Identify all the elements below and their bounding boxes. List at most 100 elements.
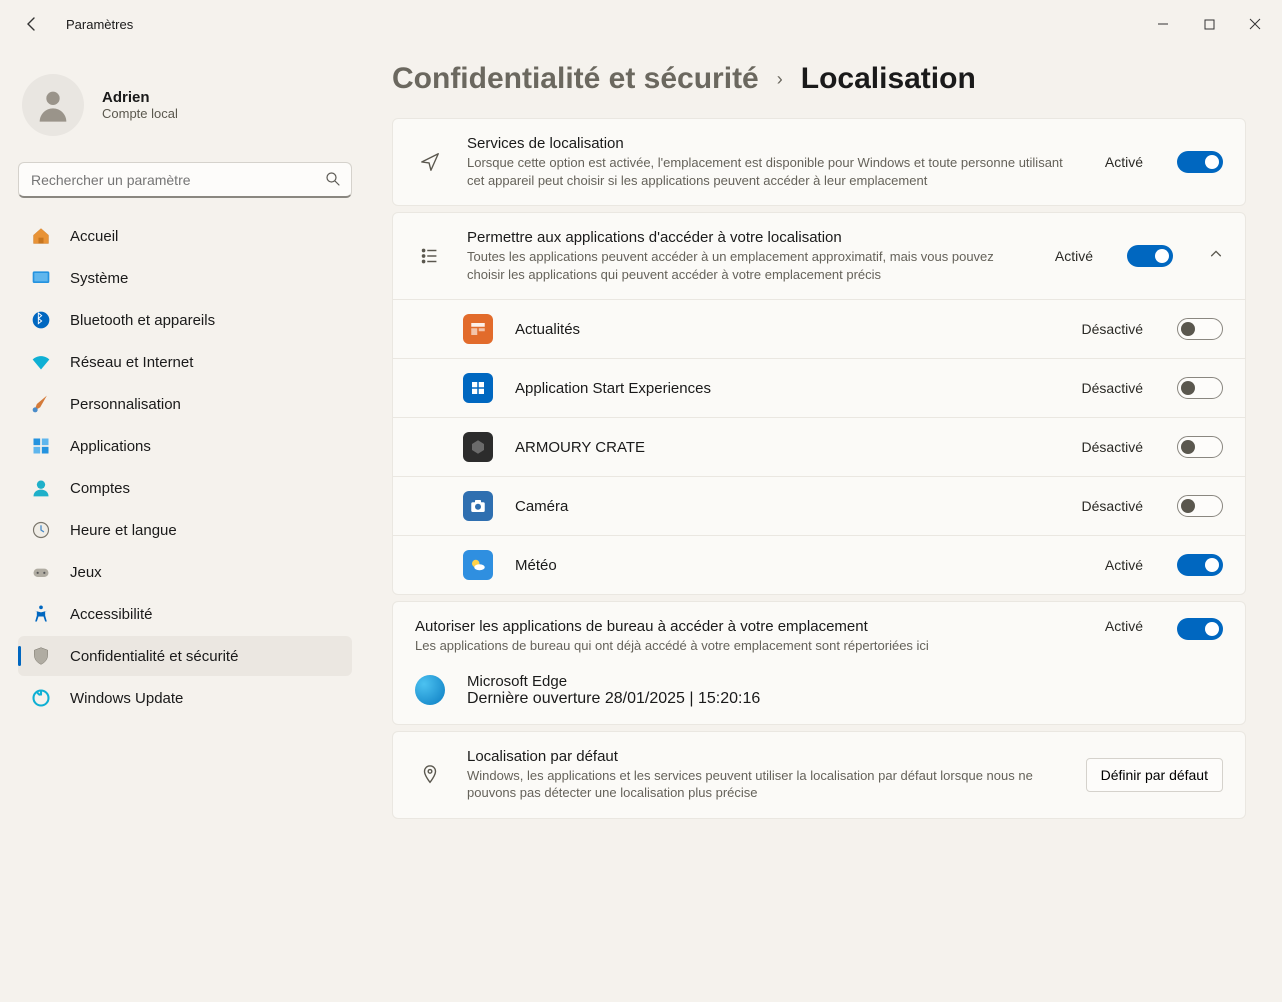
set-default-button[interactable]: Définir par défaut [1086, 758, 1223, 792]
arrow-left-icon [24, 16, 40, 32]
sidebar-item-privacy[interactable]: Confidentialité et sécurité [18, 636, 352, 676]
app-name: Météo [515, 557, 1083, 574]
apps-access-state: Activé [1055, 248, 1093, 264]
sidebar-item-label: Bluetooth et appareils [70, 312, 215, 329]
account-icon [30, 477, 52, 499]
sidebar-item-label: Comptes [70, 480, 130, 497]
sidebar-item-accessibility[interactable]: Accessibilité [18, 594, 352, 634]
location-services-card: Services de localisation Lorsque cette o… [392, 118, 1246, 206]
sidebar-item-label: Windows Update [70, 690, 183, 707]
app-state: Désactivé [1082, 439, 1143, 455]
sidebar-item-time[interactable]: Heure et langue [18, 510, 352, 550]
app-icon [463, 314, 493, 344]
default-location-title: Localisation par défaut [467, 748, 1064, 765]
user-profile[interactable]: Adrien Compte local [22, 74, 352, 136]
location-services-toggle[interactable] [1177, 151, 1223, 173]
minimize-icon [1157, 18, 1169, 30]
apps-access-desc: Toutes les applications peuvent accéder … [467, 248, 1033, 283]
default-location-row: Localisation par défaut Windows, les app… [393, 732, 1245, 818]
app-toggle[interactable] [1177, 377, 1223, 399]
app-state: Désactivé [1082, 321, 1143, 337]
app-state: Désactivé [1082, 380, 1143, 396]
app-row: CaméraDésactivé [393, 476, 1245, 535]
sidebar-item-apps[interactable]: Applications [18, 426, 352, 466]
app-icon [463, 432, 493, 462]
apps-access-toggle[interactable] [1127, 245, 1173, 267]
app-icon [463, 373, 493, 403]
maximize-button[interactable] [1186, 8, 1232, 40]
desktop-apps-card: Autoriser les applications de bureau à a… [392, 601, 1246, 725]
breadcrumb-current: Localisation [801, 62, 976, 96]
app-name: ARMOURY CRATE [515, 439, 1060, 456]
location-services-row[interactable]: Services de localisation Lorsque cette o… [393, 119, 1245, 205]
app-name: Application Start Experiences [515, 380, 1060, 397]
sidebar-item-label: Confidentialité et sécurité [70, 648, 238, 665]
apps-icon [30, 435, 52, 457]
app-row: Actualités Désactivé [393, 299, 1245, 358]
sidebar-item-label: Système [70, 270, 128, 287]
desktop-apps-desc: Les applications de bureau qui ont déjà … [415, 637, 1083, 655]
sidebar-item-games[interactable]: Jeux [18, 552, 352, 592]
desktop-apps-state: Activé [1105, 618, 1143, 634]
sidebar-item-brush[interactable]: Personnalisation [18, 384, 352, 424]
time-icon [30, 519, 52, 541]
search-icon [324, 170, 342, 193]
edge-icon [415, 675, 445, 705]
close-icon [1249, 18, 1261, 30]
sidebar-item-label: Accueil [70, 228, 118, 245]
chevron-right-icon: › [777, 69, 783, 90]
breadcrumb-parent[interactable]: Confidentialité et sécurité [392, 62, 759, 96]
desktop-app-row: Microsoft EdgeDernière ouverture 28/01/2… [415, 673, 1083, 708]
main-content: Confidentialité et sécurité › Localisati… [370, 48, 1282, 1002]
back-button[interactable] [12, 4, 52, 44]
app-toggle[interactable] [1177, 318, 1223, 340]
sidebar-item-bluetooth[interactable]: Bluetooth et appareils [18, 300, 352, 340]
sidebar-item-update[interactable]: Windows Update [18, 678, 352, 718]
update-icon [30, 687, 52, 709]
app-toggle[interactable] [1177, 554, 1223, 576]
home-icon [30, 225, 52, 247]
location-services-title: Services de localisation [467, 135, 1083, 152]
titlebar: Paramètres [0, 0, 1282, 48]
person-icon [33, 85, 73, 125]
app-icon [463, 550, 493, 580]
nav: Accueil Système Bluetooth et appareils Rése… [18, 216, 352, 718]
search-box [18, 162, 352, 198]
map-pin-icon [415, 764, 445, 786]
app-icon [463, 491, 493, 521]
sidebar-item-label: Accessibilité [70, 606, 153, 623]
location-icon [415, 151, 445, 173]
user-name: Adrien [102, 89, 178, 106]
sidebar-item-home[interactable]: Accueil [18, 216, 352, 256]
breadcrumb: Confidentialité et sécurité › Localisati… [392, 62, 1246, 96]
desktop-apps-toggle[interactable] [1177, 618, 1223, 640]
bluetooth-icon [30, 309, 52, 331]
app-row: ARMOURY CRATE Désactivé [393, 417, 1245, 476]
system-icon [30, 267, 52, 289]
sidebar-item-wifi[interactable]: Réseau et Internet [18, 342, 352, 382]
accessibility-icon [30, 603, 52, 625]
chevron-up-icon[interactable] [1209, 247, 1223, 266]
app-toggle[interactable] [1177, 436, 1223, 458]
desktop-app-last: Dernière ouverture 28/01/2025 | 15:20:16 [467, 690, 760, 708]
minimize-button[interactable] [1140, 8, 1186, 40]
sidebar-item-system[interactable]: Système [18, 258, 352, 298]
app-row: MétéoActivé [393, 535, 1245, 594]
avatar [22, 74, 84, 136]
sidebar-item-account[interactable]: Comptes [18, 468, 352, 508]
window-title: Paramètres [66, 17, 133, 32]
brush-icon [30, 393, 52, 415]
games-icon [30, 561, 52, 583]
search-input[interactable] [18, 162, 352, 198]
close-button[interactable] [1232, 8, 1278, 40]
location-services-desc: Lorsque cette option est activée, l'empl… [467, 154, 1083, 189]
app-toggle[interactable] [1177, 495, 1223, 517]
app-name: Caméra [515, 498, 1060, 515]
desktop-apps-row[interactable]: Autoriser les applications de bureau à a… [393, 602, 1245, 724]
app-row: Application Start Experiences Désactivé [393, 358, 1245, 417]
sidebar-item-label: Heure et langue [70, 522, 177, 539]
privacy-icon [30, 645, 52, 667]
default-location-desc: Windows, les applications et les service… [467, 767, 1064, 802]
app-name: Actualités [515, 321, 1060, 338]
apps-access-row[interactable]: Permettre aux applications d'accéder à v… [393, 213, 1245, 299]
